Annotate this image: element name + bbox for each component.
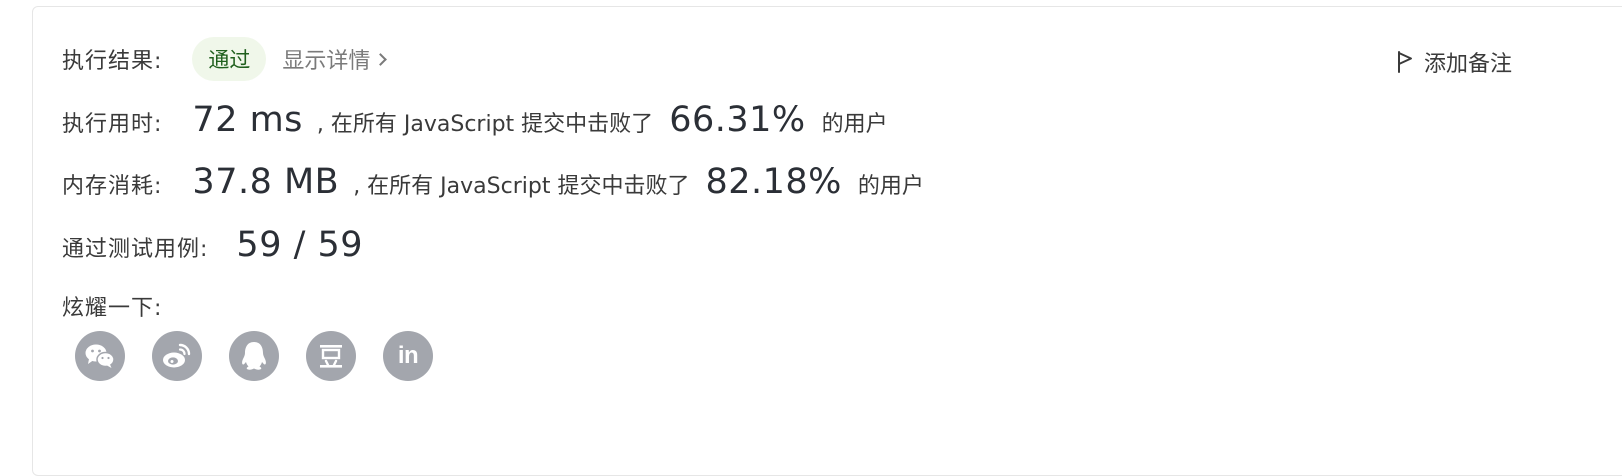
share-row-label: 炫耀一下: — [62, 290, 162, 322]
testcases-label: 通过测试用例: — [62, 237, 209, 262]
memory-row: 内存消耗: 37.8 MB , 在所有 JavaScript 提交中击败了 82… — [62, 162, 924, 202]
douban-share-button[interactable] — [306, 331, 356, 381]
runtime-label: 执行用时: — [62, 112, 163, 137]
douban-icon — [320, 345, 342, 368]
wechat-share-button[interactable] — [75, 331, 125, 381]
result-row: 执行结果: 通过 显示详情 — [62, 37, 388, 81]
share-buttons: in — [75, 331, 433, 381]
chevron-right-icon — [374, 53, 388, 66]
wechat-icon — [85, 344, 115, 368]
runtime-beat-text: , 在所有 JavaScript 提交中击败了 — [316, 112, 654, 137]
share-label: 炫耀一下: — [62, 296, 163, 321]
memory-label: 内存消耗: — [62, 174, 163, 199]
runtime-row: 执行用时: 72 ms , 在所有 JavaScript 提交中击败了 66.3… — [62, 100, 888, 140]
flag-icon — [1397, 51, 1412, 73]
runtime-value: 72 ms — [192, 100, 303, 140]
runtime-percent: 66.31% — [669, 100, 806, 140]
memory-value: 37.8 MB — [192, 162, 340, 202]
show-details-link[interactable]: 显示详情 — [282, 43, 388, 75]
qq-share-button[interactable] — [229, 331, 279, 381]
testcases-row: 通过测试用例: 59 / 59 — [62, 225, 363, 265]
qq-icon — [242, 342, 266, 370]
weibo-icon — [163, 343, 191, 368]
memory-beat-text: , 在所有 JavaScript 提交中击败了 — [353, 174, 690, 199]
add-note-button[interactable]: 添加备注 — [1396, 46, 1512, 78]
status-badge: 通过 — [192, 37, 267, 81]
memory-suffix: 的用户 — [857, 174, 924, 199]
linkedin-icon: in — [397, 342, 419, 369]
memory-percent: 82.18% — [705, 162, 842, 202]
add-note-label: 添加备注 — [1423, 52, 1512, 77]
show-details-label: 显示详情 — [282, 49, 371, 74]
weibo-share-button[interactable] — [152, 331, 202, 381]
linkedin-share-button[interactable]: in — [383, 331, 433, 381]
testcases-value: 59 / 59 — [236, 225, 364, 265]
runtime-suffix: 的用户 — [821, 112, 888, 137]
result-label: 执行结果: — [62, 49, 163, 74]
